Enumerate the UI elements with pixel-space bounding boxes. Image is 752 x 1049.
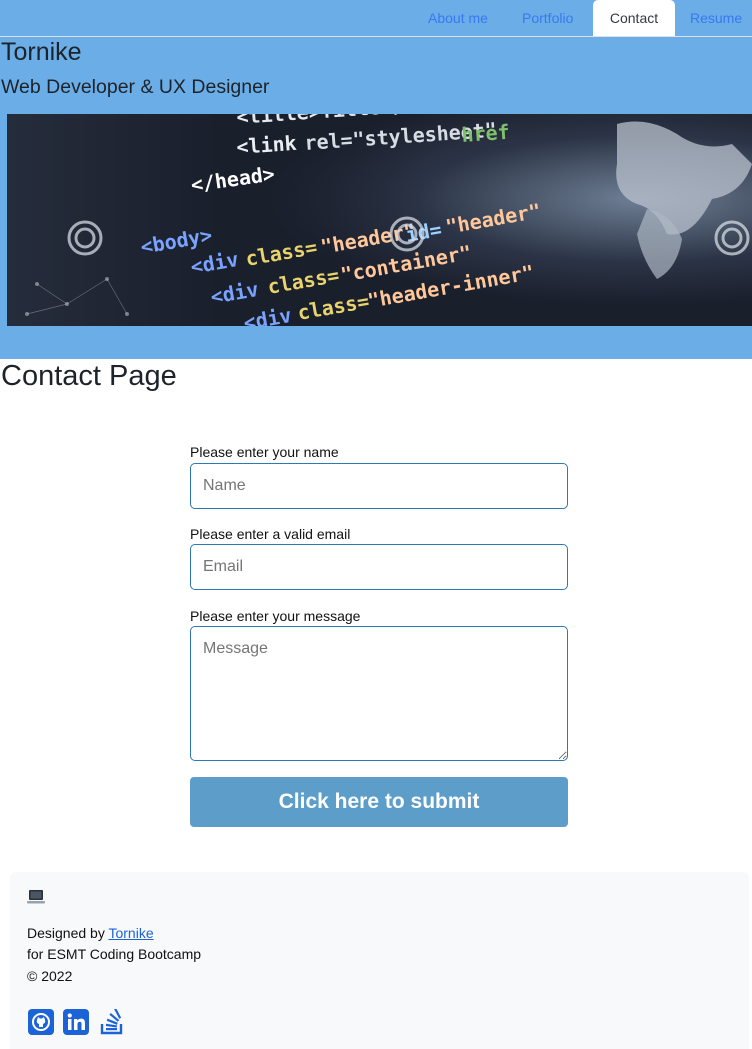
site-role: Web Developer & UX Designer [1,76,270,98]
name-input[interactable] [190,463,568,509]
footer-copyright: © 2022 [27,968,73,984]
code-banner-image: <title>Title</title> <link rel="styleshe… [7,114,752,326]
page-title: Contact Page [1,360,177,392]
svg-text:href: href [461,120,511,147]
footer-designed-by: Designed by Tornike [27,925,154,941]
email-input[interactable] [190,544,568,590]
nav-about-me[interactable]: About me [428,0,508,36]
footer-bootcamp: for ESMT Coding Bootcamp [27,946,202,962]
email-label: Please enter a valid email [190,526,351,542]
name-label: Please enter your name [190,444,339,460]
nav-contact[interactable]: Contact [593,0,675,37]
nav-portfolio[interactable]: Portfolio [522,0,592,36]
svg-text:<link: <link [236,131,298,159]
nav-resume[interactable]: Resume [690,0,752,36]
laptop-icon [27,889,45,904]
nav-divider [0,36,752,37]
submit-button[interactable]: Click here to submit [190,777,568,827]
designed-by-prefix: Designed by [27,925,109,941]
message-textarea[interactable] [190,626,568,761]
site-name: Tornike [1,38,82,66]
stackoverflow-icon[interactable] [99,1007,125,1035]
footer-author-link[interactable]: Tornike [108,925,153,941]
message-label: Please enter your message [190,608,361,624]
hero-code-image: <title>Title</title> <link rel="styleshe… [7,114,752,326]
linkedin-icon[interactable] [63,1009,89,1035]
footer: Designed by Tornike for ESMT Coding Boot… [10,872,749,1049]
github-icon[interactable] [28,1009,54,1035]
